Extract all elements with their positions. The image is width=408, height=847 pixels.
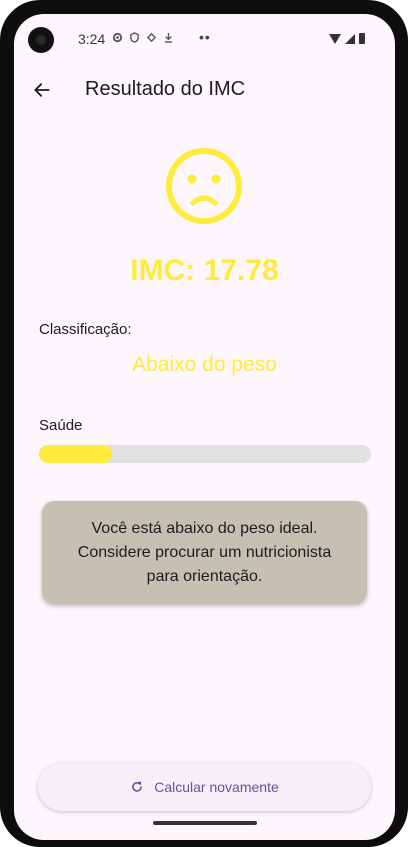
status-bar: 3:24 •• [14,14,395,60]
recalculate-button[interactable]: Calcular novamente [38,763,371,811]
vpn-icon [146,32,157,43]
settings-icon [112,32,123,43]
sad-face-icon [166,148,242,224]
status-time: 3:24 [78,31,106,47]
recalculate-label: Calcular novamente [154,779,279,795]
page-title: Resultado do IMC [85,78,246,100]
advice-card: Você está abaixo do peso ideal. Consider… [42,501,367,604]
status-system-icons [329,33,365,44]
advice-line: para orientação. [146,567,263,585]
imc-value: IMC: 17.78 [130,254,279,287]
battery-icon [359,33,365,44]
refresh-icon [132,781,143,792]
device-frame: 3:24 •• Resultado do IMC IMC: 17.78 Clas… [0,0,408,847]
advice-line: Considere procurar um nutricionista [77,543,332,561]
camera-cutout [28,27,54,53]
shield-icon [130,32,139,43]
advice-line: Você está abaixo do peso ideal. [91,519,318,537]
health-progress-bar [39,445,371,463]
classification-label: Classificação: [39,321,132,338]
status-notification-icons [112,32,174,43]
home-indicator[interactable] [153,821,257,825]
arrow-back-icon [34,83,50,97]
wifi-icon [329,33,341,44]
screen: 3:24 •• Resultado do IMC IMC: 17.78 Clas… [14,14,395,840]
back-button[interactable] [28,76,56,104]
status-more-dots: •• [199,29,211,45]
health-label: Saúde [39,417,83,434]
classification-value: Abaixo do peso [132,353,277,376]
health-progress-fill [39,445,113,463]
download-icon [164,32,173,43]
signal-icon [345,33,355,44]
app-bar: Resultado do IMC [14,64,395,116]
